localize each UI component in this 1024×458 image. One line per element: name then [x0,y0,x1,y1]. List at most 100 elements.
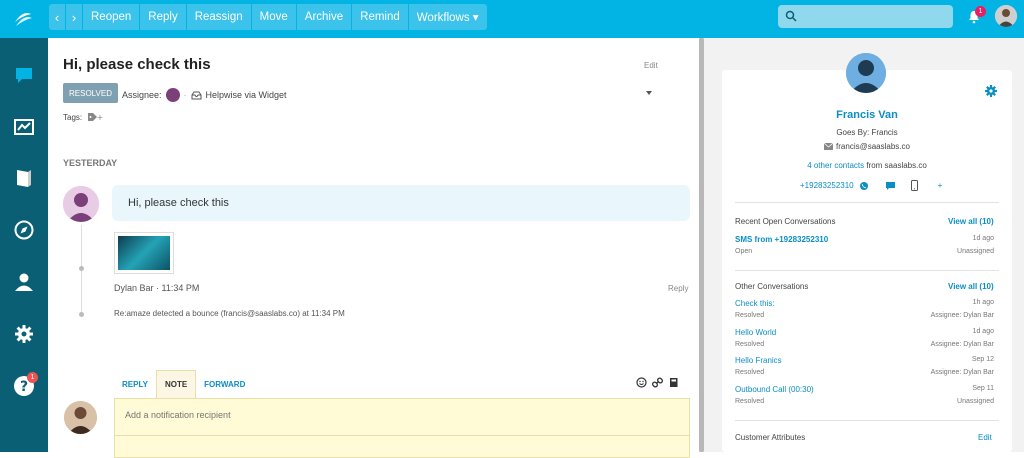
page-title: Hi, please check this [63,56,211,73]
contact-avatar [846,53,886,93]
status-badge[interactable]: RESOLVED [63,83,118,103]
help-badge: 1 [27,372,38,383]
image-attachment[interactable] [114,232,174,274]
tab-forward[interactable]: FORWARD [196,370,253,398]
emoji-icon[interactable] [636,377,647,388]
other-contacts-suffix: from saaslabs.co [864,161,927,170]
conversation-assignee: Unassigned [957,398,994,405]
contact-email-row: francis@saaslabs.co [722,142,1012,151]
day-divider: YESTERDAY [63,158,118,168]
conversation-date: 1d ago [972,328,994,335]
archive-button[interactable]: Archive [297,4,351,30]
move-button[interactable]: Move [252,4,296,30]
reports-icon[interactable] [13,116,35,138]
conversation-panel: Hi, please check this Edit RESOLVED Assi… [48,38,699,458]
recent-open-view-all[interactable]: View all (10) [948,217,994,226]
notifications-bell-icon[interactable]: 1 [967,6,986,29]
remind-button[interactable]: Remind [352,4,408,30]
customer-attributes-edit-link[interactable]: Edit [978,433,992,442]
contacts-icon[interactable] [13,271,35,293]
conversation-assignee: Assignee: Dylan Bar [930,312,994,319]
conversation-date: Sep 12 [971,356,994,363]
add-tag-icon[interactable]: + [87,112,103,122]
assignee-label: Assignee: [122,90,162,100]
conversation-status: Resolved [735,312,765,319]
reply-link[interactable]: Reply [668,284,688,293]
goes-by: Goes By: Francis [836,128,898,137]
back-arrow-icon[interactable]: ‹ [49,4,65,30]
mobile-icon[interactable] [910,180,918,191]
sender-avatar [63,186,99,222]
conversation-status: Resolved [735,369,765,376]
settings-icon[interactable] [13,323,35,345]
chevron-down-icon[interactable] [646,91,652,95]
contact-phone[interactable]: +19283252310 [800,181,854,190]
search-icon [785,10,797,22]
tab-reply[interactable]: REPLY [114,370,156,398]
conversation-assignee: Assignee: Dylan Bar [930,369,994,376]
notification-badge: 1 [975,6,986,17]
other-contacts-link[interactable]: 4 other contacts [807,161,864,170]
reopen-button[interactable]: Reopen [83,4,139,30]
customer-attributes-title: Customer Attributes [735,433,806,442]
other-conversations-title: Other Conversations [735,282,809,291]
conversation-link[interactable]: Outbound Call (00:30) [735,385,814,394]
conversation-link[interactable]: Hello World [735,328,776,337]
thread-dot [79,312,84,317]
assignee-row: Assignee: · Helpwise via Widget [122,88,287,102]
attachment-thumbnail [118,236,170,270]
call-icon[interactable] [859,181,868,190]
edit-title-link[interactable]: Edit [644,61,658,70]
conversations-icon[interactable] [13,64,35,86]
search-input[interactable] [800,7,948,26]
knowledge-base-icon[interactable] [13,167,35,189]
conversation-assignee: Assignee: Dylan Bar [930,341,994,348]
editor-toolbar [636,377,679,388]
contact-panel: Francis Van Goes By: Francis francis@saa… [704,38,1024,452]
assignee-avatar[interactable] [165,88,180,102]
left-sidebar: ? 1 [0,38,48,452]
note-editor[interactable] [114,398,690,458]
help-icon[interactable]: ? 1 [13,372,38,397]
thread-dot [79,266,84,271]
bounce-notice: Re:amaze detected a bounce (francis@saas… [114,309,345,318]
conversation-status: Resolved [735,398,765,405]
editor-tabs: REPLY NOTE FORWARD [114,370,690,398]
contact-email[interactable]: francis@saaslabs.co [836,142,910,151]
message-meta: Dylan Bar · 11:34 PM [114,283,200,293]
recent-conversation-assignee: Unassigned [957,248,994,255]
channel-label: Helpwise via Widget [205,90,287,100]
conversation-date: 1h ago [972,299,994,306]
logo-icon[interactable] [12,8,34,30]
other-contacts: 4 other contacts from saaslabs.co [722,161,1012,170]
sms-icon[interactable] [885,181,895,190]
conversation-link[interactable]: Hello Franics [735,356,782,365]
add-phone-button[interactable]: + [938,181,943,190]
forward-arrow-icon[interactable]: › [66,4,82,30]
conversation-status: Resolved [735,341,765,348]
reply-button[interactable]: Reply [140,4,185,30]
conversation-link[interactable]: Check this: [735,299,775,308]
search-bar[interactable] [778,5,953,28]
contact-settings-gear-icon[interactable] [984,84,998,103]
explore-icon[interactable] [13,219,35,241]
contact-name[interactable]: Francis Van [722,109,1012,121]
tab-note[interactable]: NOTE [155,370,197,398]
workflows-button[interactable]: Workflows ▾ [409,4,487,30]
phone-row: +19283252310 + [800,180,942,191]
recent-open-title: Recent Open Conversations [735,217,836,226]
reassign-button[interactable]: Reassign [187,4,251,30]
tags-row: Tags: + [63,112,103,123]
user-avatar[interactable] [995,5,1017,27]
notification-recipient-input[interactable] [125,410,585,420]
link-icon[interactable] [652,377,663,388]
tags-label: Tags: [63,112,83,122]
recent-conversation-date: 1d ago [972,235,994,242]
inbox-icon [191,91,202,99]
knowledge-book-icon[interactable] [668,377,679,388]
svg-text:?: ? [20,379,28,395]
top-bar: ‹ › Reopen Reply Reassign Move Archive R… [0,0,1024,38]
recent-conversation-status: Open [735,248,753,255]
recent-conversation-link[interactable]: SMS from +19283252310 [735,235,828,244]
other-conversations-view-all[interactable]: View all (10) [948,282,994,291]
